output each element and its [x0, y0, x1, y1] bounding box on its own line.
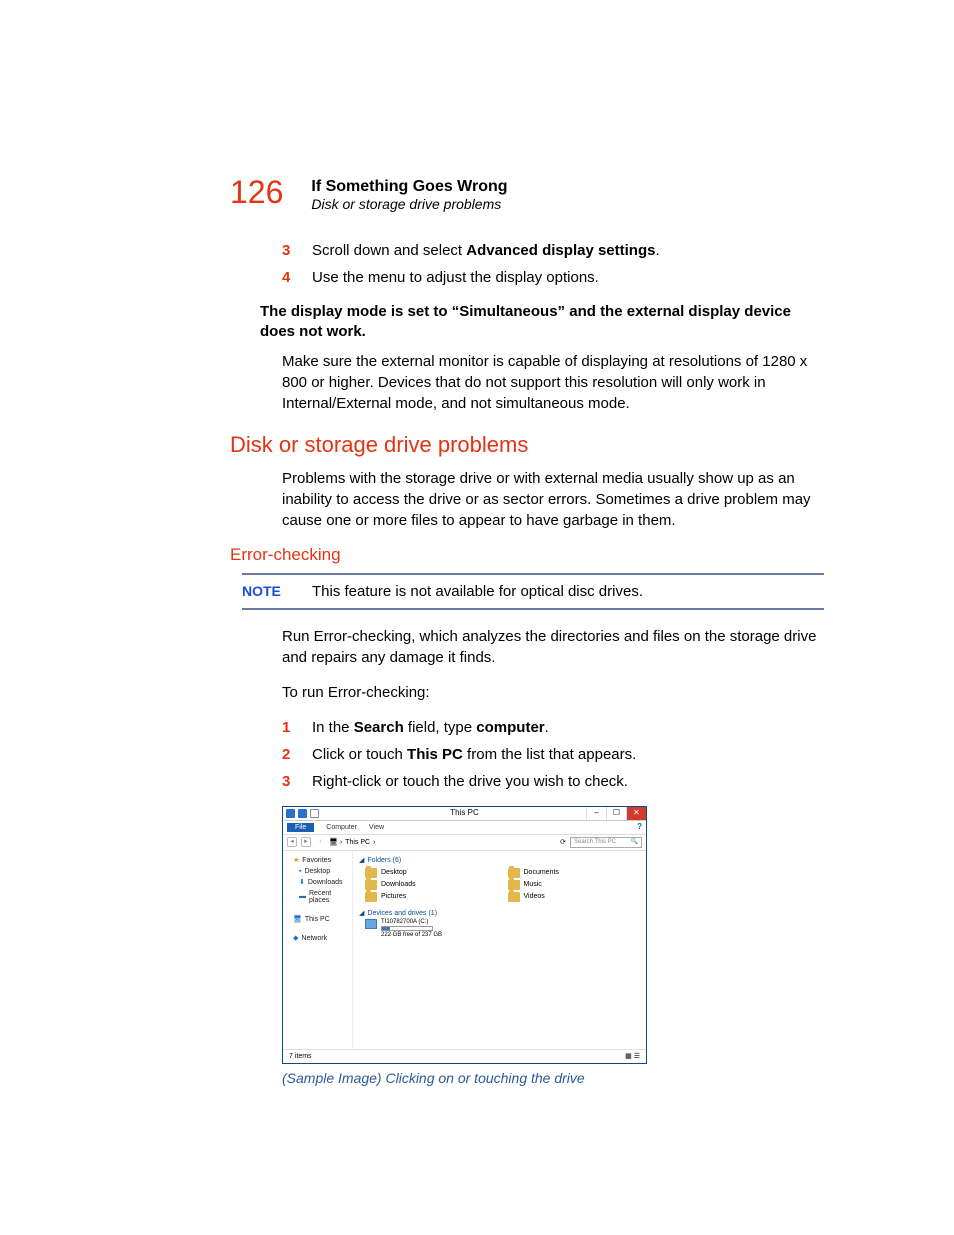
- drive-free-text: 222 GB free of 237 GB: [381, 932, 442, 938]
- desktop-icon: ▪: [299, 868, 301, 875]
- step-text: Click or touch This PC from the list tha…: [312, 744, 824, 765]
- window-titlebar: This PC – ☐ ✕: [283, 807, 646, 821]
- folder-videos[interactable]: Videos: [508, 892, 641, 902]
- folder-music[interactable]: Music: [508, 880, 641, 890]
- ribbon-tabs: File Computer View ?: [283, 821, 646, 835]
- body-paragraph: To run Error-checking:: [282, 682, 824, 703]
- download-icon: ⬇: [299, 879, 305, 886]
- tab-file[interactable]: File: [287, 823, 314, 832]
- group-devices[interactable]: ◢ Devices and drives (1): [359, 908, 640, 919]
- section-subtitle: Disk or storage drive problems: [311, 196, 507, 212]
- step-text: Scroll down and select Advanced display …: [312, 240, 824, 261]
- step-list-a: 3 Scroll down and select Advanced displa…: [282, 240, 824, 288]
- drive-usage-bar: [381, 926, 433, 931]
- pc-icon: 🖥: [293, 916, 302, 923]
- step-list-b: 1 In the Search field, type computer. 2 …: [282, 717, 824, 792]
- drive-name: TI10782700A (C:): [381, 919, 442, 925]
- step-text: Right-click or touch the drive you wish …: [312, 771, 824, 792]
- recent-icon: ▬: [299, 893, 306, 900]
- up-button[interactable]: ↑: [315, 837, 325, 847]
- folder-desktop[interactable]: Desktop: [365, 868, 498, 878]
- folder-icon: [508, 868, 520, 878]
- step-number: 3: [282, 240, 312, 261]
- subheading-display-mode: The display mode is set to “Simultaneous…: [260, 302, 824, 343]
- step-number: 1: [282, 717, 312, 738]
- tab-computer[interactable]: Computer: [326, 824, 357, 831]
- folder-icon: [508, 892, 520, 902]
- drive-c[interactable]: TI10782700A (C:) 222 GB free of 237 GB: [365, 919, 640, 938]
- folder-icon: [365, 892, 377, 902]
- step-number: 2: [282, 744, 312, 765]
- body-paragraph: Make sure the external monitor is capabl…: [282, 351, 824, 414]
- folder-icon: [508, 880, 520, 890]
- note-text: This feature is not available for optica…: [312, 583, 824, 600]
- sidebar-downloads[interactable]: ⬇Downloads: [285, 877, 350, 888]
- heading-disk-problems: Disk or storage drive problems: [230, 432, 824, 458]
- body-paragraph: Run Error-checking, which analyzes the d…: [282, 626, 824, 668]
- back-button[interactable]: ◄: [287, 837, 297, 847]
- group-folders[interactable]: ◢ Folders (6): [359, 855, 640, 866]
- address-bar: ◄ ► ↑ 🖥 › This PC › ⟳ Search This PC🔍: [283, 835, 646, 851]
- search-icon: 🔍: [631, 839, 638, 845]
- step-text: In the Search field, type computer.: [312, 717, 824, 738]
- maximize-button[interactable]: ☐: [606, 807, 626, 820]
- sidebar-thispc[interactable]: 🖥This PC: [285, 914, 350, 925]
- sidebar-recent[interactable]: ▬Recent places: [285, 888, 350, 906]
- search-input[interactable]: Search This PC🔍: [570, 837, 642, 848]
- tab-view[interactable]: View: [369, 824, 384, 831]
- step-number: 3: [282, 771, 312, 792]
- body-paragraph: Problems with the storage drive or with …: [282, 468, 824, 531]
- sidebar-network[interactable]: ◆Network: [285, 933, 350, 944]
- chapter-title: If Something Goes Wrong: [311, 178, 507, 196]
- drive-icon: [365, 919, 377, 929]
- item-count: 7 items: [289, 1053, 312, 1060]
- page-number: 126: [230, 176, 283, 208]
- navigation-pane: ★Favorites ▪Desktop ⬇Downloads ▬Recent p…: [283, 851, 353, 1049]
- page-header: 126 If Something Goes Wrong Disk or stor…: [230, 176, 824, 212]
- folder-pictures[interactable]: Pictures: [365, 892, 498, 902]
- step-text: Use the menu to adjust the display optio…: [312, 267, 824, 288]
- close-button[interactable]: ✕: [626, 807, 646, 820]
- note-box: NOTE This feature is not available for o…: [242, 573, 824, 610]
- status-bar: 7 items ▦ ☰: [283, 1049, 646, 1063]
- folder-icon: [365, 880, 377, 890]
- view-icons[interactable]: ▦ ☰: [625, 1053, 640, 1060]
- help-icon[interactable]: ?: [637, 823, 642, 831]
- folder-downloads[interactable]: Downloads: [365, 880, 498, 890]
- sidebar-favorites[interactable]: ★Favorites: [285, 855, 350, 866]
- sample-screenshot: This PC – ☐ ✕ File Computer View ? ◄ ► ↑…: [282, 806, 647, 1064]
- heading-error-checking: Error-checking: [230, 545, 824, 565]
- star-icon: ★: [293, 857, 299, 864]
- note-label: NOTE: [242, 583, 312, 600]
- forward-button[interactable]: ►: [301, 837, 311, 847]
- folder-icon: [365, 868, 377, 878]
- sidebar-desktop[interactable]: ▪Desktop: [285, 866, 350, 877]
- minimize-button[interactable]: –: [586, 807, 606, 820]
- step-number: 4: [282, 267, 312, 288]
- network-icon: ◆: [293, 935, 298, 942]
- image-caption: (Sample Image) Clicking on or touching t…: [282, 1070, 824, 1086]
- content-pane: ◢ Folders (6) Desktop Documents Download…: [353, 851, 646, 1049]
- folder-documents[interactable]: Documents: [508, 868, 641, 878]
- file-explorer-window: This PC – ☐ ✕ File Computer View ? ◄ ► ↑…: [282, 806, 647, 1064]
- breadcrumb[interactable]: 🖥 › This PC ›: [329, 839, 556, 846]
